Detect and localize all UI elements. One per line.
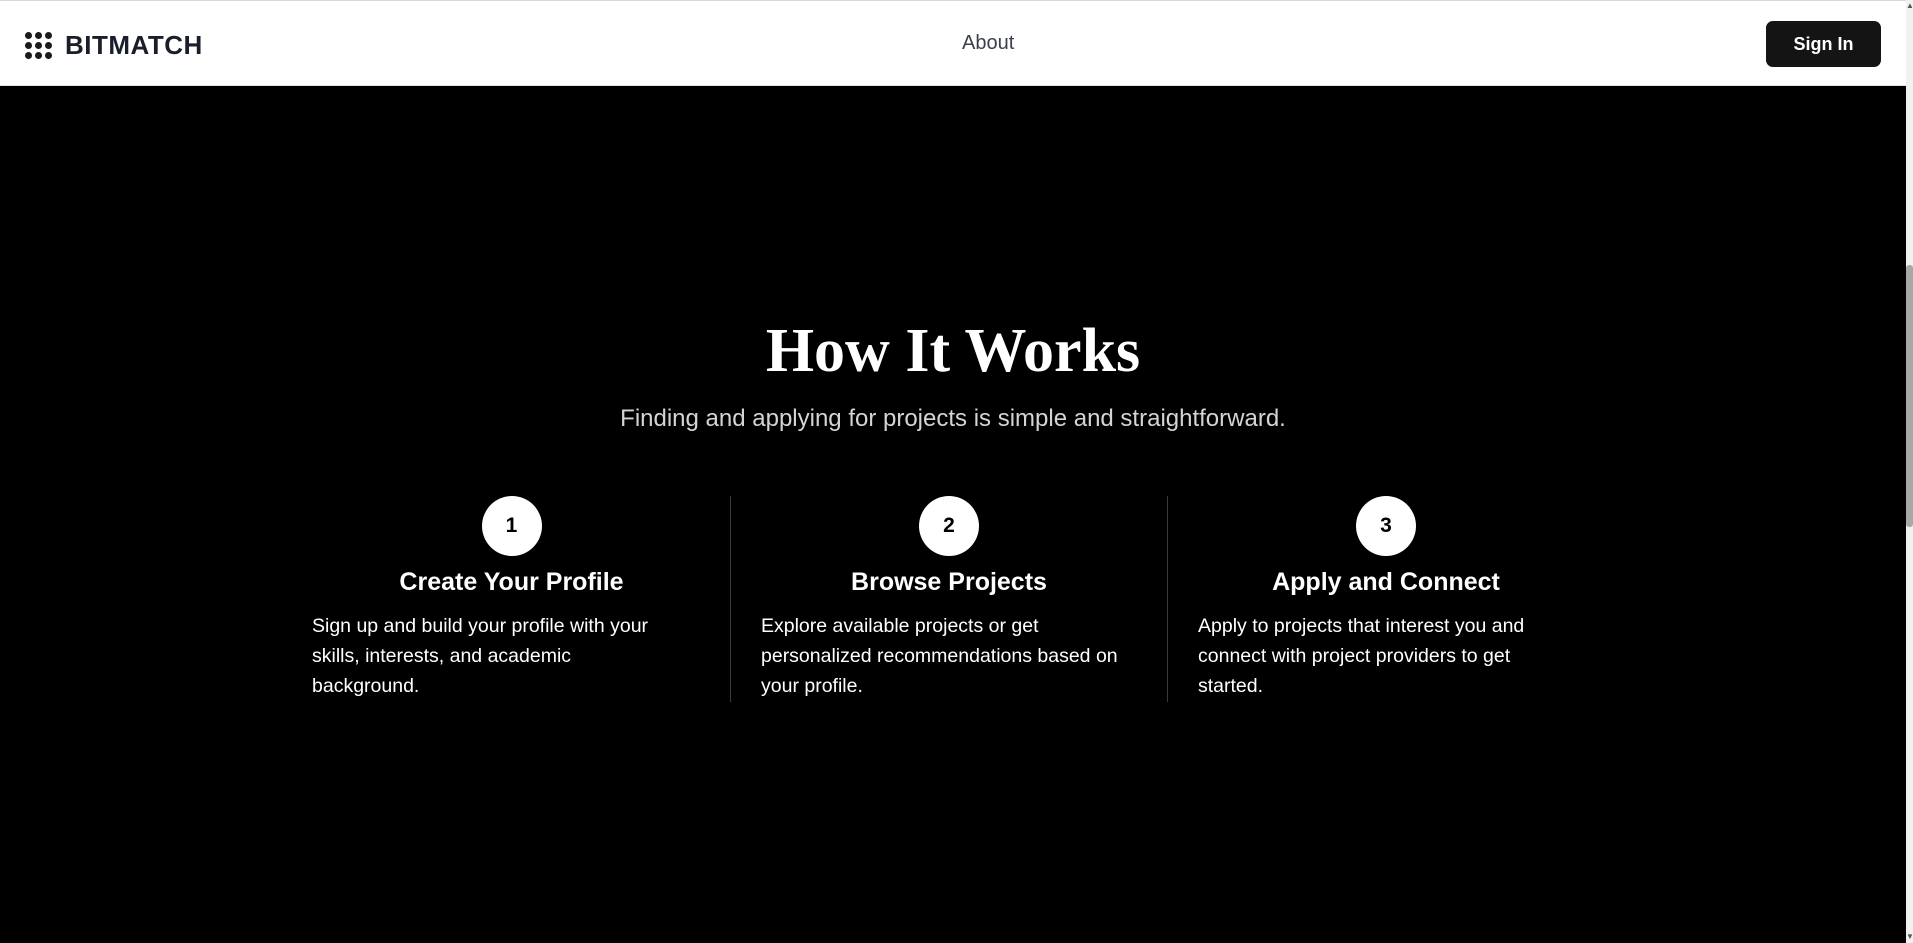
step-item: 3 Apply and Connect Apply to projects th… xyxy=(1167,496,1604,702)
arrow-down-icon[interactable]: ▼ xyxy=(1906,931,1913,943)
brand-logo[interactable]: BITMATCH xyxy=(25,30,203,61)
top-navbar: BITMATCH About Sign In xyxy=(0,0,1906,86)
arrow-up-icon[interactable]: ▲ xyxy=(1906,0,1913,12)
section-title: How It Works xyxy=(765,317,1141,385)
step-description: Apply to projects that interest you and … xyxy=(1198,615,1525,697)
step-description: Sign up and build your profile with your… xyxy=(312,615,649,697)
dot-grid-icon xyxy=(25,32,52,59)
sign-in-button[interactable]: Sign In xyxy=(1766,21,1881,67)
step-title: Create Your Profile xyxy=(399,568,624,596)
step-number-badge: 2 xyxy=(919,496,979,556)
step-number-badge: 1 xyxy=(481,496,542,556)
page: BITMATCH About Sign In How It Works Find… xyxy=(0,0,1913,943)
step-title: Apply and Connect xyxy=(1272,568,1500,596)
section-subtitle: Finding and applying for projects is sim… xyxy=(620,405,1286,432)
step-number-badge: 3 xyxy=(1356,496,1416,556)
steps-list: 1 Create Your Profile Sign up and build … xyxy=(293,496,1616,702)
brand-name: BITMATCH xyxy=(65,30,203,60)
step-title: Browse Projects xyxy=(851,568,1047,596)
nav-link-about[interactable]: About xyxy=(962,32,1014,55)
step-item: 2 Browse Projects Explore available proj… xyxy=(730,496,1167,702)
step-description: Explore available projects or get person… xyxy=(761,615,1118,697)
vertical-scrollbar[interactable]: ▲ ▼ xyxy=(1906,0,1913,943)
step-item: 1 Create Your Profile Sign up and build … xyxy=(293,496,730,702)
scrollbar-thumb[interactable] xyxy=(1906,265,1913,527)
